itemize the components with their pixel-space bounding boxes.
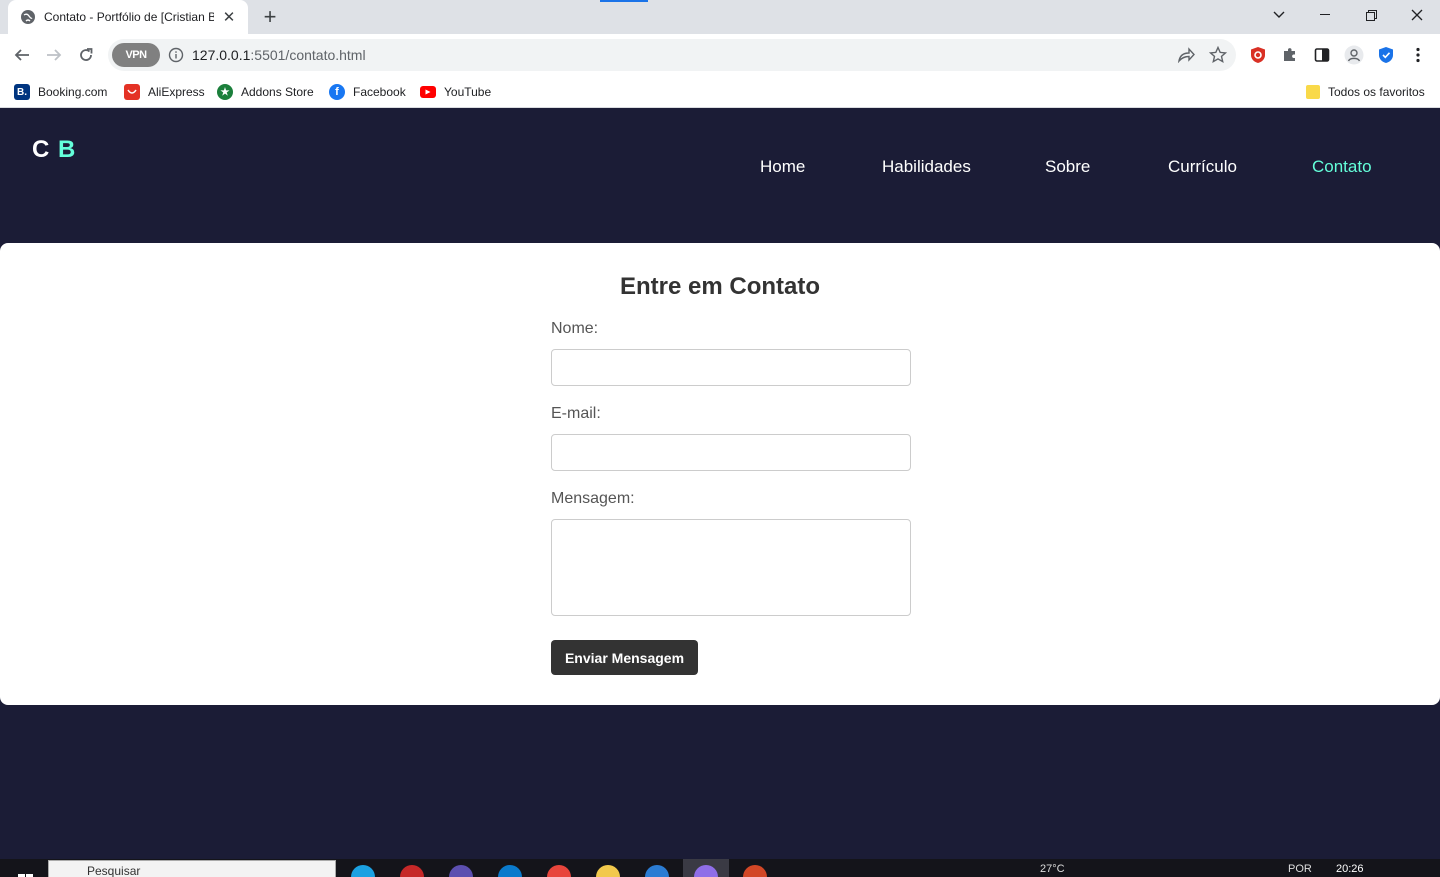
bookmark-facebook[interactable]: f Facebook bbox=[329, 82, 406, 102]
app-icon[interactable] bbox=[743, 865, 767, 877]
back-icon[interactable] bbox=[10, 43, 34, 67]
booking-icon: B. bbox=[14, 84, 30, 100]
address-bar[interactable]: VPN 127.0.0.1:5501/contato.html bbox=[108, 39, 1236, 71]
new-tab-button[interactable]: + bbox=[258, 4, 282, 29]
bookmark-booking[interactable]: B. Booking.com bbox=[14, 82, 107, 102]
taskbar-search[interactable]: Pesquisar bbox=[48, 860, 336, 877]
site-info-icon[interactable] bbox=[168, 47, 184, 63]
close-tab-icon[interactable]: ✕ bbox=[220, 8, 238, 26]
windows-start-icon[interactable] bbox=[18, 869, 34, 877]
contact-card: Entre em Contato Nome: E-mail: Mensagem:… bbox=[0, 243, 1440, 705]
url-path: :5501/contato.html bbox=[250, 47, 366, 63]
name-label: Nome: bbox=[551, 320, 599, 337]
bookmark-addons-store[interactable]: ★ Addons Store bbox=[217, 82, 314, 102]
forward-icon[interactable] bbox=[42, 43, 66, 67]
send-message-button[interactable]: Enviar Mensagem bbox=[551, 640, 698, 675]
url-text[interactable]: 127.0.0.1:5501/contato.html bbox=[192, 47, 366, 63]
minimize-icon[interactable] bbox=[1302, 0, 1348, 30]
logo-first-letter: C bbox=[32, 136, 51, 163]
bookmark-aliexpress[interactable]: AliExpress bbox=[124, 82, 205, 102]
facebook-icon: f bbox=[329, 84, 345, 100]
nav-curriculo[interactable]: Currículo bbox=[1168, 157, 1237, 177]
reload-icon[interactable] bbox=[74, 43, 98, 67]
contact-title: Entre em Contato bbox=[619, 273, 820, 300]
shield-extension-icon[interactable] bbox=[1246, 43, 1270, 67]
bookmark-label: Facebook bbox=[353, 85, 406, 99]
nav-habilidades[interactable]: Habilidades bbox=[882, 157, 971, 177]
word-icon[interactable] bbox=[645, 865, 669, 877]
bookmark-star-icon[interactable] bbox=[1206, 43, 1230, 67]
bookmark-label: Addons Store bbox=[241, 85, 314, 99]
edge-icon[interactable] bbox=[351, 865, 375, 877]
file-explorer-icon[interactable] bbox=[596, 865, 620, 877]
addons-store-icon: ★ bbox=[217, 84, 233, 100]
close-window-icon[interactable] bbox=[1394, 0, 1440, 30]
vpn-button[interactable]: VPN bbox=[112, 43, 160, 67]
email-label: E-mail: bbox=[551, 405, 601, 422]
page-body: C B Home Habilidades Sobre Currículo Con… bbox=[0, 109, 1440, 859]
extensions-puzzle-icon[interactable] bbox=[1278, 43, 1302, 67]
browser-tab-strip: Contato - Portfólio de [Cristian B ✕ + bbox=[0, 0, 1440, 34]
tab-title: Contato - Portfólio de [Cristian B bbox=[44, 10, 214, 24]
tab-strip-indicator bbox=[600, 0, 648, 2]
message-label: Mensagem: bbox=[551, 490, 635, 507]
folder-icon bbox=[1306, 85, 1320, 99]
password-manager-shield-icon[interactable] bbox=[1374, 43, 1398, 67]
message-textarea[interactable] bbox=[551, 519, 911, 616]
site-logo[interactable]: C B bbox=[32, 136, 76, 164]
profile-avatar-icon[interactable] bbox=[1342, 43, 1366, 67]
share-icon[interactable] bbox=[1174, 43, 1198, 67]
email-field[interactable] bbox=[551, 434, 911, 471]
all-bookmarks-label: Todos os favoritos bbox=[1328, 85, 1425, 99]
clock-time[interactable]: 20:26 bbox=[1336, 863, 1364, 875]
side-panel-icon[interactable] bbox=[1310, 43, 1334, 67]
logo-second-letter: B bbox=[58, 136, 77, 163]
name-field[interactable] bbox=[551, 349, 911, 386]
bookmark-label: AliExpress bbox=[148, 85, 205, 99]
globe-icon bbox=[20, 9, 36, 25]
browser-tab[interactable]: Contato - Portfólio de [Cristian B ✕ bbox=[8, 0, 248, 34]
vscode-icon[interactable] bbox=[498, 865, 522, 877]
os-taskbar: Pesquisar 27°C POR 20:26 bbox=[0, 859, 1440, 877]
restore-icon[interactable] bbox=[1348, 0, 1394, 30]
nav-home[interactable]: Home bbox=[760, 157, 805, 177]
bookmarks-bar: B. Booking.com AliExpress ★ Addons Store… bbox=[0, 76, 1440, 108]
chrome-icon[interactable] bbox=[547, 865, 571, 877]
bookmark-label: Booking.com bbox=[38, 85, 108, 99]
language-indicator[interactable]: POR bbox=[1288, 863, 1312, 875]
app-icon[interactable] bbox=[400, 865, 424, 877]
all-bookmarks-folder[interactable]: Todos os favoritos bbox=[1306, 82, 1425, 102]
weather-text[interactable]: 27°C bbox=[1040, 863, 1065, 875]
aliexpress-icon bbox=[124, 84, 140, 100]
url-host: 127.0.0.1 bbox=[192, 47, 251, 63]
youtube-icon bbox=[420, 86, 436, 98]
app-icon[interactable] bbox=[449, 865, 473, 877]
bookmark-label: YouTube bbox=[444, 85, 492, 99]
browser-toolbar: VPN 127.0.0.1:5501/contato.html bbox=[0, 34, 1440, 76]
tab-search-icon[interactable] bbox=[1256, 0, 1302, 30]
nav-sobre[interactable]: Sobre bbox=[1045, 157, 1090, 177]
bookmark-youtube[interactable]: YouTube bbox=[420, 82, 491, 102]
browser-menu-icon[interactable] bbox=[1406, 43, 1430, 67]
taskbar-search-placeholder: Pesquisar bbox=[87, 864, 141, 877]
nav-contato[interactable]: Contato bbox=[1312, 157, 1372, 177]
